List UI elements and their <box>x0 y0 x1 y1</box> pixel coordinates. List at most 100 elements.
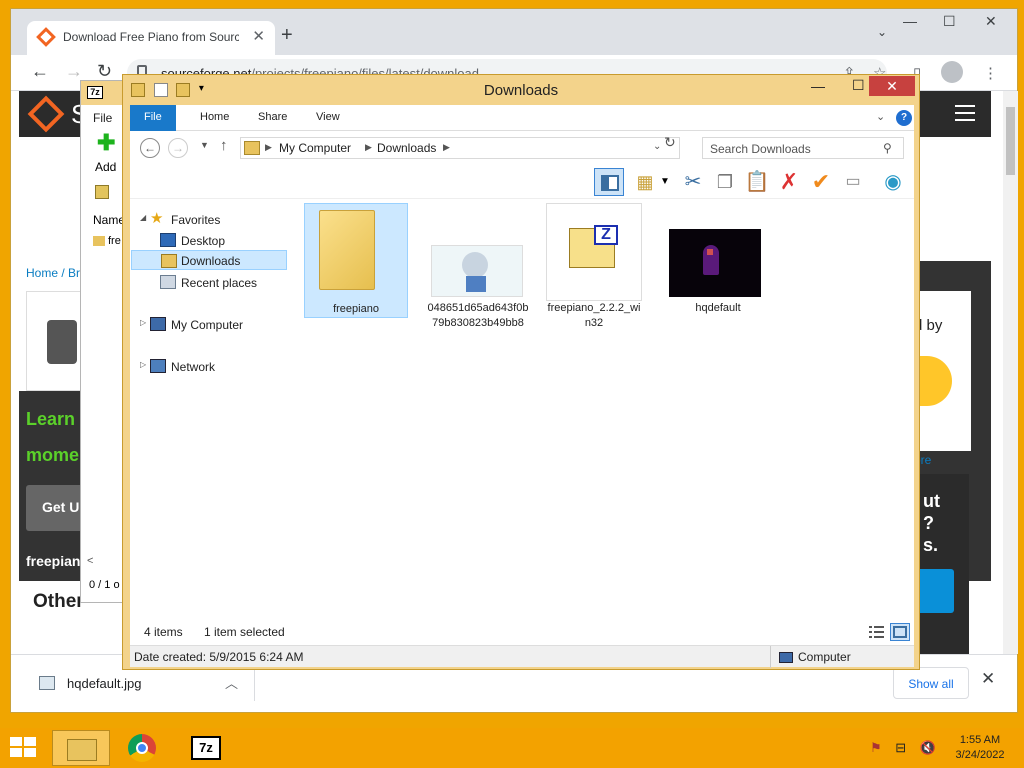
tab-view[interactable]: View <box>302 105 354 131</box>
get-button[interactable]: Get U <box>26 485 86 531</box>
network-icon[interactable]: ⊟ <box>895 740 906 755</box>
chrome-menu-icon[interactable]: ⋮ <box>983 64 998 82</box>
show-all-button[interactable]: Show all <box>893 667 969 699</box>
tab-file[interactable]: File <box>130 105 176 131</box>
address-dropdown-icon[interactable]: ⌄ <box>653 141 661 152</box>
browser-minimize-button[interactable]: — <box>903 13 917 29</box>
collapsed-chevron-icon[interactable]: ▷ <box>140 318 146 327</box>
cut-icon[interactable]: ✂ <box>678 168 708 196</box>
chevron-right-icon[interactable]: ▶ <box>443 142 450 153</box>
collapsed-chevron-icon[interactable]: ▷ <box>140 360 146 369</box>
reload-icon[interactable]: ↻ <box>97 61 112 82</box>
downloads-bar-close-icon[interactable]: ✕ <box>981 669 995 689</box>
details-view-icon[interactable] <box>868 624 886 640</box>
recent-locations-icon[interactable]: ▼ <box>200 140 209 150</box>
paste-icon[interactable]: 📋 <box>742 168 772 196</box>
shell-icon[interactable]: ◉ <box>878 168 908 196</box>
nav-my-computer[interactable]: ▷ My Computer <box>130 314 286 334</box>
browser-tab[interactable]: Download Free Piano from Sourc ✕ <box>27 21 275 55</box>
freepiano-project-icon <box>26 291 86 391</box>
refresh-icon[interactable]: ↻ <box>664 134 676 151</box>
command-bar: ▦ ▼ ✂ ❐ 📋 ✗ ✔ ▭ ◉ <box>130 165 914 199</box>
windows-start-icon[interactable] <box>10 737 38 759</box>
chevron-right-icon[interactable]: ▶ <box>365 142 372 153</box>
forward-arrow-icon[interactable]: → <box>65 61 83 82</box>
back-arrow-icon[interactable]: ← <box>31 61 49 82</box>
sidebar-promo-button[interactable] <box>914 569 954 613</box>
help-icon[interactable]: ? <box>896 110 912 126</box>
large-icons-view-icon[interactable] <box>890 623 910 641</box>
forward-icon[interactable]: → <box>168 138 188 158</box>
taskbar-chrome-button[interactable] <box>114 730 172 766</box>
copy-icon[interactable]: ❐ <box>710 168 740 196</box>
tab-search-icon[interactable]: ⌄ <box>877 25 887 39</box>
list-item[interactable]: fre <box>93 235 121 247</box>
close-button[interactable]: ✕ <box>869 76 915 96</box>
chevron-right-icon[interactable]: ▶ <box>265 142 272 153</box>
maximize-button[interactable]: ☐ <box>852 77 865 94</box>
expanded-chevron-icon[interactable]: ◢ <box>140 213 146 222</box>
taskbar-clock[interactable]: 1:55 AM 3/24/2022 <box>950 733 1010 763</box>
rename-icon[interactable]: ▭ <box>838 168 868 196</box>
layout-pane-icon[interactable] <box>594 168 624 196</box>
file-item-zip[interactable]: Z freepiano_2.2.2_win32 <box>546 203 642 329</box>
up-arrow-icon[interactable]: ↑ <box>220 137 228 154</box>
back-icon[interactable]: ← <box>140 138 160 158</box>
taskbar-7zip-button[interactable]: 7z <box>176 730 234 766</box>
chrome-icon <box>128 734 156 762</box>
action-center-icon[interactable]: ⚑ <box>870 740 882 755</box>
address-breadcrumb[interactable]: ▶ My Computer ▶ Downloads ▶ ⌄ <box>240 137 680 159</box>
file-item-image[interactable]: 048651d65ad643f0b79b830823b49bb8 <box>425 203 531 343</box>
scroll-left-icon[interactable]: < <box>87 555 93 567</box>
add-plus-icon[interactable]: ✚ <box>97 132 115 154</box>
nav-desktop[interactable]: Desktop <box>130 230 286 250</box>
taskbar-explorer-button[interactable] <box>52 730 110 766</box>
file-item-folder[interactable]: freepiano <box>304 203 408 318</box>
search-icon: ⚲ <box>883 141 892 155</box>
desktop-icon <box>160 233 176 247</box>
folder-up-icon[interactable] <box>95 185 109 199</box>
sourceforge-logo-icon[interactable] <box>27 95 65 133</box>
7zip-logo-icon: 7z <box>87 86 103 99</box>
tab-share[interactable]: Share <box>244 105 301 131</box>
page-scrollbar[interactable] <box>1003 91 1018 654</box>
nav-favorites[interactable]: ◢ ★ Favorites <box>130 209 286 229</box>
checkmark-icon[interactable]: ✔ <box>806 168 836 196</box>
address-row: ← → ▼ ↑ ▶ My Computer ▶ Downloads ▶ ⌄ ↻ … <box>130 131 914 165</box>
name-column-header[interactable]: Name <box>93 213 125 227</box>
nav-network[interactable]: ▷ Network <box>130 356 286 376</box>
minimize-button[interactable]: — <box>811 78 825 94</box>
tab-home[interactable]: Home <box>186 105 243 131</box>
navigation-pane: ◢ ★ Favorites Desktop Downloads Recent p… <box>130 199 295 641</box>
file-explorer-window: ▾ Downloads — ☐ ✕ File Home Share View ⌄… <box>122 74 920 670</box>
expand-ribbon-icon[interactable]: ⌄ <box>876 110 885 123</box>
tab-strip: Download Free Piano from Sourc ✕ + ⌄ — ☐… <box>11 9 1017 55</box>
delete-icon[interactable]: ✗ <box>774 168 804 196</box>
new-tab-button[interactable]: + <box>281 24 293 47</box>
nav-downloads[interactable]: Downloads <box>131 250 287 270</box>
details-bar: Date created: 5/9/2015 6:24 AM Computer <box>130 645 914 668</box>
file-item-hqdefault[interactable]: hqdefault <box>665 203 771 343</box>
promo-learn-text: Learn <box>26 409 76 429</box>
computer-zone: Computer <box>770 646 851 668</box>
search-input[interactable]: Search Downloads ⚲ <box>702 137 904 159</box>
profile-avatar[interactable] <box>941 61 963 83</box>
nav-recent-places[interactable]: Recent places <box>130 272 286 292</box>
hamburger-menu-icon[interactable] <box>955 105 975 126</box>
browser-maximize-button[interactable]: ☐ <box>943 13 956 30</box>
folder-icon <box>319 210 375 290</box>
divider <box>254 667 255 701</box>
chevron-up-icon[interactable]: ︿ <box>225 673 238 692</box>
tab-close-icon[interactable]: ✕ <box>252 27 265 45</box>
browser-close-button[interactable]: ✕ <box>985 13 997 30</box>
download-file-name[interactable]: hqdefault.jpg <box>67 676 141 691</box>
7zip-file-menu[interactable]: File <box>93 111 112 125</box>
breadcrumb-downloads[interactable]: Downloads <box>377 141 436 155</box>
view-dropdown-icon[interactable]: ▼ <box>658 168 672 196</box>
clock-date: 3/24/2022 <box>955 749 1005 761</box>
page-breadcrumb[interactable]: Home / Br <box>26 266 80 280</box>
checkbox-folder-icon[interactable]: ▦ <box>630 168 660 196</box>
volume-muted-icon[interactable]: 🔇 <box>920 740 936 755</box>
breadcrumb-my-computer[interactable]: My Computer <box>279 141 351 155</box>
status-bar: 4 items 1 item selected <box>130 621 914 645</box>
